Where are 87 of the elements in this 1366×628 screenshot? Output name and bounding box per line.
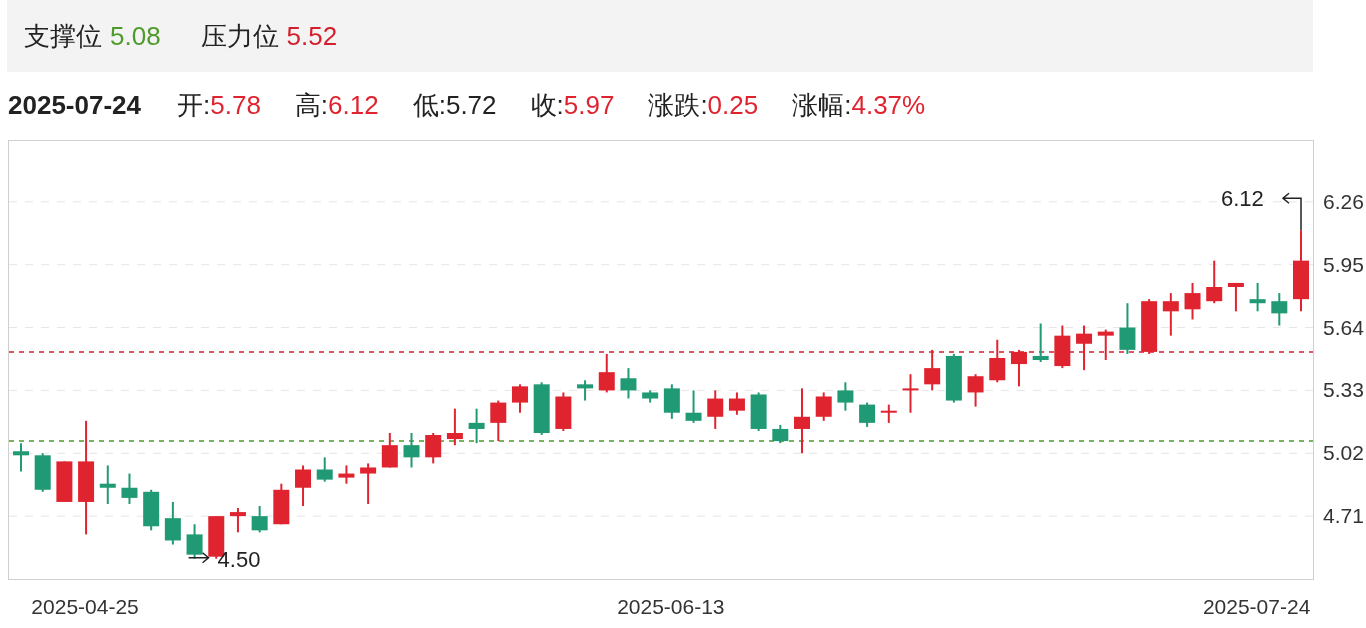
- quote-label: 涨跌:: [648, 88, 708, 122]
- candle: [577, 379, 594, 402]
- candle: [924, 348, 941, 392]
- candle: [880, 403, 897, 424]
- y-axis-label: 6.26: [1323, 189, 1364, 214]
- candle: [1271, 292, 1288, 327]
- candle: [164, 500, 181, 546]
- candle: [555, 391, 572, 432]
- quote-value: 0.25: [707, 88, 759, 122]
- candle: [1206, 259, 1223, 305]
- candle: [295, 464, 312, 507]
- candle: [1119, 302, 1136, 355]
- candle: [837, 381, 854, 412]
- candle: [468, 407, 485, 445]
- candle: [794, 387, 810, 455]
- candle: [360, 462, 377, 505]
- candle: [99, 464, 116, 505]
- quote-label: 高:: [294, 88, 329, 122]
- quote-label: 开:: [177, 88, 211, 122]
- candle: [1141, 298, 1158, 355]
- low-marker-label: 4.50: [217, 546, 261, 572]
- candle: [1097, 328, 1114, 361]
- candle: [815, 391, 832, 422]
- candle: [446, 407, 463, 447]
- quote-value: 6.12: [328, 88, 379, 122]
- candle: [902, 373, 919, 414]
- candle: [1227, 281, 1244, 313]
- quote-label: 涨幅:: [792, 88, 852, 122]
- candle: [728, 391, 745, 416]
- candle: [620, 367, 637, 400]
- candle: [1010, 348, 1027, 388]
- candle: [1184, 281, 1201, 321]
- candle: [989, 338, 1006, 384]
- quote-value: 4.37%: [851, 88, 926, 122]
- quote-value: 5.78: [210, 88, 261, 122]
- quote-value: 5.97: [563, 88, 615, 122]
- x-axis-label: 2025-07-24: [1202, 594, 1311, 620]
- candle: [121, 472, 138, 505]
- y-axis-label: 5.33: [1323, 378, 1364, 403]
- y-axis-label: 4.71: [1323, 504, 1364, 529]
- y-axis-label: 5.64: [1323, 315, 1364, 340]
- level-label: 支撑位: [24, 19, 102, 53]
- candle: [381, 432, 398, 469]
- candle: [1249, 281, 1266, 313]
- low-marker-arrow: [187, 551, 210, 564]
- high-marker-label: 6.12: [1221, 186, 1264, 212]
- candle: [229, 507, 246, 534]
- candle: [750, 391, 767, 432]
- candle: [490, 399, 507, 443]
- candle: [945, 352, 962, 404]
- y-axis-label: 5.02: [1323, 441, 1364, 466]
- candle: [251, 505, 268, 534]
- candle: [1054, 324, 1071, 370]
- candle: [772, 423, 789, 445]
- candle: [186, 523, 203, 560]
- candle: [273, 482, 290, 526]
- candle: [143, 488, 160, 532]
- y-axis-label: 5.95: [1323, 252, 1364, 277]
- x-axis-label: 2025-06-13: [617, 594, 725, 620]
- candle: [403, 432, 420, 469]
- candle: [425, 432, 442, 465]
- candle: [1162, 292, 1179, 337]
- candle: [685, 389, 702, 424]
- candle: [34, 452, 51, 493]
- candle: [316, 456, 333, 483]
- candle: [512, 383, 528, 414]
- quote-date: 2025-07-24: [8, 88, 141, 122]
- level-value: 5.52: [286, 19, 338, 53]
- quote-label: 低:: [412, 88, 446, 122]
- candle: [338, 464, 355, 485]
- x-axis-label: 2025-04-25: [31, 594, 139, 620]
- candle: [1076, 324, 1093, 372]
- candle: [663, 383, 680, 420]
- high-marker-arrow: [1281, 192, 1302, 231]
- candle: [598, 352, 615, 394]
- candle: [707, 389, 724, 430]
- candle: [56, 460, 73, 503]
- candle: [642, 389, 659, 404]
- candle: [13, 442, 29, 473]
- candle: [1032, 322, 1049, 364]
- quote-value: 5.72: [445, 88, 497, 122]
- candle: [859, 401, 876, 428]
- level-value: 5.08: [110, 19, 161, 53]
- quote-label: 收:: [530, 88, 564, 122]
- candle: [533, 381, 550, 437]
- candle: [967, 373, 984, 408]
- level-label: 压力位: [200, 19, 279, 53]
